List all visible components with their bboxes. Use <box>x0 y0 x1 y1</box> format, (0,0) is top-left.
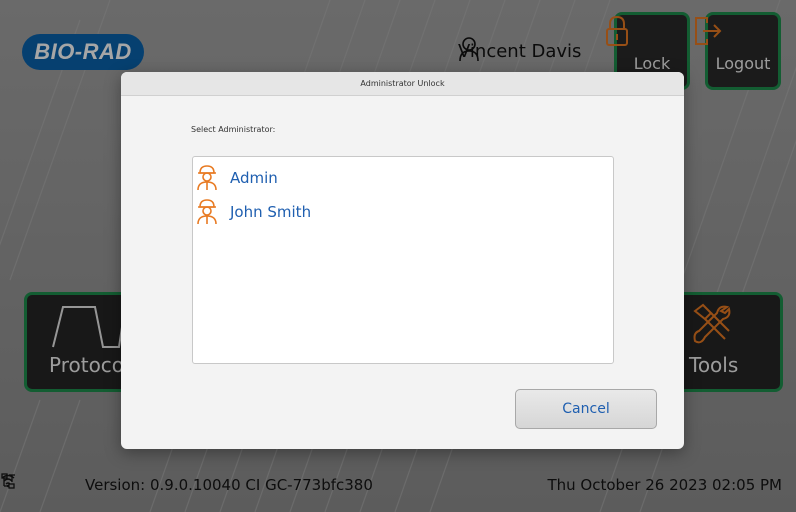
dialog-title: Administrator Unlock <box>360 79 445 88</box>
admin-avatar-icon <box>197 199 217 225</box>
administrator-unlock-dialog: Administrator Unlock Select Administrato… <box>121 72 684 449</box>
cancel-label: Cancel <box>562 401 610 417</box>
administrator-name: John Smith <box>230 203 312 221</box>
cancel-button[interactable]: Cancel <box>515 389 657 429</box>
administrator-row-admin[interactable]: Admin <box>193 161 613 195</box>
admin-avatar-icon <box>197 165 217 191</box>
select-administrator-label: Select Administrator: <box>191 125 276 134</box>
administrator-list[interactable]: Admin John Smith <box>192 156 614 364</box>
dialog-title-bar: Administrator Unlock <box>121 72 684 96</box>
administrator-name: Admin <box>230 169 278 187</box>
administrator-row-john-smith[interactable]: John Smith <box>193 195 613 229</box>
